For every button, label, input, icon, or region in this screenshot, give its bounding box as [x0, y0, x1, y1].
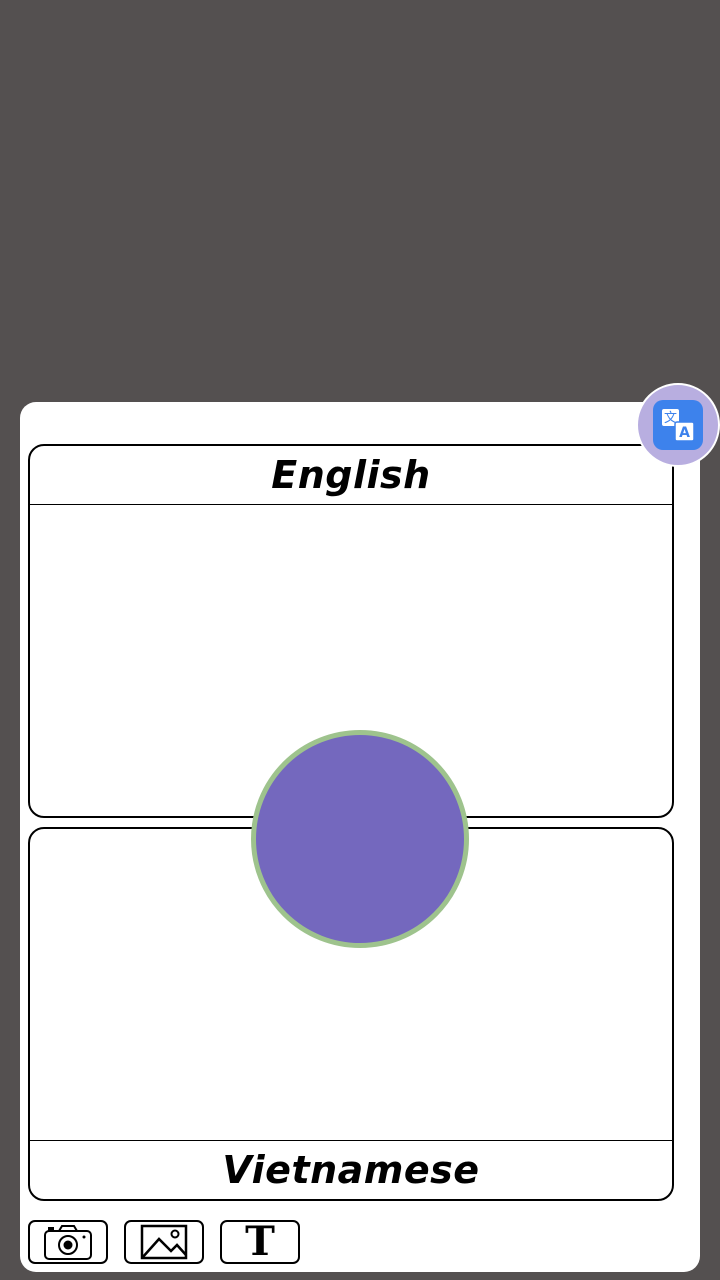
- target-language-label[interactable]: Vietnamese: [30, 1140, 672, 1199]
- input-toolbar: T: [28, 1220, 300, 1264]
- image-icon: [140, 1224, 188, 1260]
- source-language-label[interactable]: English: [30, 446, 672, 505]
- camera-button[interactable]: [28, 1220, 108, 1264]
- image-button[interactable]: [124, 1220, 204, 1264]
- translate-icon: 文 A: [653, 400, 703, 450]
- text-input-button[interactable]: T: [220, 1220, 300, 1264]
- svg-text:A: A: [679, 425, 690, 441]
- swap-languages-button[interactable]: [251, 730, 469, 948]
- text-icon: T: [245, 1218, 275, 1265]
- translate-button[interactable]: 文 A: [636, 383, 720, 467]
- camera-icon: [44, 1225, 92, 1260]
